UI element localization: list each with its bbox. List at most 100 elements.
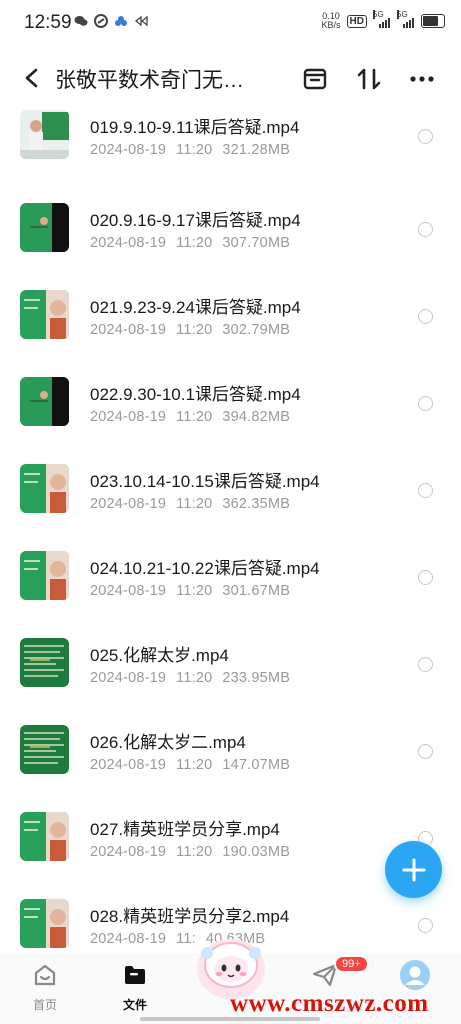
file-date: 2024-08-19 [90,583,167,599]
signal-2-label: 5G [397,10,408,19]
file-time: 11:20 [176,844,213,860]
tab-files[interactable]: 文件 [100,953,170,1013]
file-time: 11:20 [176,496,213,512]
watermark-text: www.cmszwz.com [230,990,429,1017]
file-size: 233.95MB [222,670,291,686]
select-radio[interactable] [418,918,433,933]
file-date: 2024-08-19 [90,931,167,947]
file-time: 11:20 [176,583,213,599]
signal-2-icon: 5G [397,10,415,28]
tab-files-label: 文件 [122,998,147,1012]
file-meta: 2024-08-19 11:20 233.95MB [90,670,300,686]
video-thumbnail [20,725,69,774]
status-bar: 12:59 0.10 KB/s HD 5G 5G [0,0,461,46]
media-control-icon [134,15,148,27]
sort-icon[interactable] [354,64,384,94]
file-size: 362.35MB [222,496,291,512]
file-meta: 2024-08-19 11:20 190.03MB [90,844,300,860]
file-row[interactable]: 025.化解太岁.mp4 2024-08-19 11:20 233.95MB [0,626,461,713]
notification-icons [74,14,148,28]
file-row[interactable]: 026.化解太岁二.mp4 2024-08-19 11:20 147.07MB [0,713,461,800]
net-speed: 0.10 KB/s [322,12,341,30]
file-name: 022.9.30-10.1课后答疑.mp4 [90,385,301,404]
plus-icon [402,858,425,881]
file-date: 2024-08-19 [90,409,167,425]
file-time: 11:20 [176,757,213,773]
select-radio[interactable] [418,744,433,759]
file-size: 307.70MB [222,235,291,251]
video-thumbnail [20,377,69,426]
battery-icon [421,14,445,28]
app-icon [94,14,108,28]
file-date: 2024-08-19 [90,757,167,773]
select-radio[interactable] [418,570,433,585]
file-meta: 2024-08-19 11:20 147.07MB [90,757,300,773]
select-radio[interactable] [418,396,433,411]
file-meta: 2024-08-19 11:20 307.70MB [90,235,300,251]
select-radio[interactable] [418,309,433,324]
home-icon [34,964,56,986]
file-meta: 2024-08-19 11:20 362.35MB [90,496,300,512]
video-thumbnail [20,899,69,948]
video-thumbnail [20,290,69,339]
file-time: 11:20 [176,409,213,425]
video-thumbnail [20,812,69,861]
status-right: 0.10 KB/s HD 5G 5G [322,10,445,30]
file-date: 2024-08-19 [90,235,167,251]
file-name: 027.精英班学员分享.mp4 [90,820,280,839]
file-name: 021.9.23-9.24课后答疑.mp4 [90,298,301,317]
file-time: 11:20 [176,670,213,686]
hd-icon: HD [346,14,367,28]
file-size: 394.82MB [222,409,291,425]
file-row[interactable]: 019.9.10-9.11课后答疑.mp4 2024-08-19 11:20 321.… [0,98,461,185]
file-date: 2024-08-19 [90,670,167,686]
notification-badge: 99+ [334,955,369,973]
folder-icon [125,966,145,984]
file-time: 11:20 [176,322,213,338]
video-thumbnail [20,203,69,252]
file-time: 11:20 [176,142,213,158]
select-radio[interactable] [418,483,433,498]
file-row[interactable]: 021.9.23-9.24课后答疑.mp4 2024-08-19 11:20 302.… [0,278,461,365]
file-meta: 2024-08-19 11:20 321.28MB [90,142,300,158]
file-size: 321.28MB [222,142,291,158]
signal-1-label: 5G [373,10,384,19]
tab-home[interactable]: 首页 [10,953,80,1013]
file-meta: 2024-08-19 11:20 394.82MB [90,409,300,425]
video-thumbnail [20,464,69,513]
back-icon[interactable] [18,64,46,92]
more-icon[interactable] [407,64,437,94]
select-radio[interactable] [418,657,433,672]
file-meta: 2024-08-19 11:20 302.79MB [90,322,300,338]
file-size: 302.79MB [222,322,291,338]
file-time: 11:20 [176,235,213,251]
file-name: 019.9.10-9.11课后答疑.mp4 [90,118,300,137]
file-row[interactable]: 023.10.14-10.15课后答疑.mp4 2024-08-19 11:20 36… [0,452,461,539]
file-row[interactable]: 022.9.30-10.1课后答疑.mp4 2024-08-19 11:20 394.… [0,365,461,452]
file-size: 301.67MB [222,583,291,599]
select-radio[interactable] [418,222,433,237]
video-thumbnail [20,110,69,159]
status-time: 12:59 [24,12,72,33]
file-name: 026.化解太岁二.mp4 [90,733,246,752]
file-name: 023.10.14-10.15课后答疑.mp4 [90,472,320,491]
file-row[interactable]: 020.9.16-9.17课后答疑.mp4 2024-08-19 11:20 307.… [0,191,461,278]
file-size: 190.03MB [222,844,291,860]
cloud-icon [115,16,127,26]
select-radio[interactable] [418,129,433,144]
video-thumbnail [20,638,69,687]
add-button[interactable] [385,841,442,898]
wechat-icon [74,16,88,26]
file-name: 028.精英班学员分享2.mp4 [90,907,290,926]
file-date: 2024-08-19 [90,496,167,512]
archive-icon[interactable] [300,64,330,94]
file-name: 025.化解太岁.mp4 [90,646,229,665]
file-name: 024.10.21-10.22课后答疑.mp4 [90,559,320,578]
net-speed-unit: KB/s [321,20,341,30]
file-date: 2024-08-19 [90,844,167,860]
file-meta: 2024-08-19 11:20 301.67MB [90,583,300,599]
file-size: 147.07MB [222,757,291,773]
tab-home-label: 首页 [32,998,57,1012]
avatar-icon [400,960,430,990]
file-row[interactable]: 024.10.21-10.22课后答疑.mp4 2024-08-19 11:20 30… [0,539,461,626]
